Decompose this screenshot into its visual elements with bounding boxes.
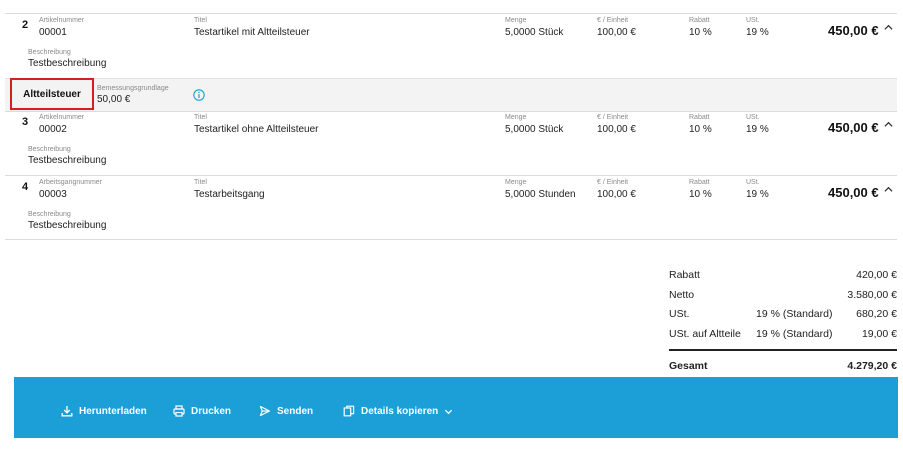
totals-net-value: 3.580,00 €: [847, 289, 897, 301]
item-unit-price-label: € / Einheit: [597, 179, 629, 186]
send-button[interactable]: Senden: [259, 404, 313, 418]
totals-vat-row: USt. 19 % (Standard) 680,20 €: [669, 308, 897, 322]
print-label: Drucken: [191, 405, 232, 417]
item-qty: 5,0000 Stück: [505, 124, 564, 135]
item-discount-label: Rabatt: [689, 179, 710, 186]
item-qty-label: Menge: [505, 17, 527, 24]
item-number-label: Arbeitsgangnummer: [39, 179, 103, 186]
totals-grand-row: Gesamt 4.279,20 €: [669, 360, 897, 374]
top-divider: [5, 13, 897, 14]
download-button[interactable]: Herunterladen: [61, 404, 147, 418]
item-unit-price: 100,00 €: [597, 189, 636, 200]
item-qty: 5,0000 Stück: [505, 27, 564, 38]
item-discount-label: Rabatt: [689, 17, 710, 24]
item-vat-label: USt.: [746, 114, 760, 121]
item-title: Testartikel mit Altteilsteuer: [194, 27, 310, 38]
item-total: 450,00 €: [828, 23, 879, 38]
item-vat: 19 %: [746, 27, 769, 38]
chevron-up-icon[interactable]: [884, 185, 893, 197]
item-qty-label: Menge: [505, 179, 527, 186]
item-description: Testbeschreibung: [28, 220, 107, 231]
item-position: 2: [22, 19, 29, 31]
assessment-base-label: Bemessungsgrundlage: [97, 85, 169, 92]
item-title-label: Titel: [194, 179, 207, 186]
item-vat-label: USt.: [746, 17, 760, 24]
item-qty: 5,0000 Stunden: [505, 189, 576, 200]
chevron-up-icon[interactable]: [884, 23, 893, 35]
item-description-label: Beschreibung: [28, 146, 71, 153]
info-circle-icon[interactable]: [193, 88, 205, 101]
totals-oldparts-vat-row: USt. auf Altteile 19 % (Standard) 19,00 …: [669, 328, 897, 342]
totals-divider: [669, 349, 897, 351]
print-button[interactable]: Drucken: [173, 404, 231, 418]
totals-oldparts-vat-label: USt. auf Altteile: [669, 328, 741, 340]
item-description: Testbeschreibung: [28, 58, 107, 69]
action-bar: Herunterladen Drucken Senden Details kop…: [14, 377, 898, 438]
oldparts-tax-label: Altteilsteuer: [10, 78, 94, 110]
totals-oldparts-vat-value: 19,00 €: [861, 328, 897, 340]
chevron-up-icon[interactable]: [884, 120, 893, 132]
totals-vat-rate: 19 % (Standard): [756, 308, 833, 320]
totals-discount-row: Rabatt 420,00 €: [669, 269, 897, 283]
send-label: Senden: [277, 405, 314, 417]
divider: [5, 111, 897, 112]
download-icon: [61, 406, 73, 417]
item-total: 450,00 €: [828, 120, 879, 135]
item-unit-price-label: € / Einheit: [597, 17, 629, 24]
totals-discount-value: 420,00 €: [856, 269, 897, 281]
item-number-label: Artikelnummer: [39, 17, 85, 24]
divider: [5, 175, 897, 176]
item-description: Testbeschreibung: [28, 155, 107, 166]
item-discount: 10 %: [689, 27, 712, 38]
totals-vat-label: USt.: [669, 308, 690, 320]
copy-icon: [343, 405, 355, 417]
printer-icon: [173, 405, 185, 417]
item-discount: 10 %: [689, 189, 712, 200]
item-number: 00001: [39, 27, 67, 38]
item-title-label: Titel: [194, 114, 207, 121]
totals-net-label: Netto: [669, 289, 695, 301]
divider: [5, 239, 897, 240]
item-title: Testarbeitsgang: [194, 189, 265, 200]
item-unit-price-label: € / Einheit: [597, 114, 629, 121]
item-number-label: Artikelnummer: [39, 114, 85, 121]
send-icon: [259, 405, 271, 417]
item-description-label: Beschreibung: [28, 211, 71, 218]
item-unit-price: 100,00 €: [597, 124, 636, 135]
item-number: 00002: [39, 124, 67, 135]
item-qty-label: Menge: [505, 114, 527, 121]
item-total: 450,00 €: [828, 185, 879, 200]
item-number: 00003: [39, 189, 67, 200]
item-vat-label: USt.: [746, 179, 760, 186]
totals-grand-value: 4.279,20 €: [847, 360, 897, 372]
item-vat: 19 %: [746, 189, 769, 200]
item-position: 3: [22, 116, 29, 128]
item-title: Testartikel ohne Altteilsteuer: [194, 124, 319, 135]
chevron-down-icon: [445, 409, 453, 414]
assessment-base-value: 50,00 €: [97, 94, 131, 105]
copy-details-button[interactable]: Details kopieren: [343, 404, 453, 418]
item-description-label: Beschreibung: [28, 49, 71, 56]
totals-grand-label: Gesamt: [669, 360, 708, 372]
item-position: 4: [22, 181, 29, 193]
totals-vat-value: 680,20 €: [856, 308, 897, 320]
item-unit-price: 100,00 €: [597, 27, 636, 38]
item-discount-label: Rabatt: [689, 114, 710, 121]
item-vat: 19 %: [746, 124, 769, 135]
item-discount: 10 %: [689, 124, 712, 135]
totals-net-row: Netto 3.580,00 €: [669, 289, 897, 303]
oldparts-tax-label-text: Altteilsteuer: [23, 88, 81, 100]
item-title-label: Titel: [194, 17, 207, 24]
download-label: Herunterladen: [79, 405, 147, 417]
copy-details-label: Details kopieren: [361, 405, 439, 417]
totals-discount-label: Rabatt: [669, 269, 700, 281]
totals-oldparts-vat-rate: 19 % (Standard): [756, 328, 833, 340]
